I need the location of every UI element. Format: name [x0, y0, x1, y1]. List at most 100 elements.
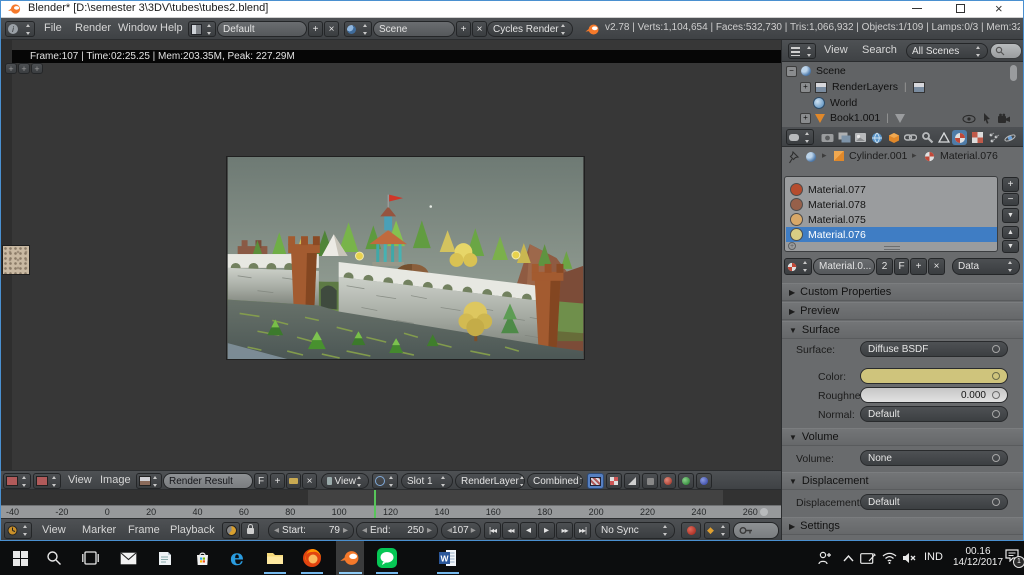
image-menu-view[interactable]: View	[68, 470, 92, 491]
slot-move-up-button[interactable]	[1002, 226, 1019, 239]
word-app-button[interactable]: W	[434, 544, 462, 572]
jump-to-end-button[interactable]	[574, 522, 591, 539]
slot-add-button[interactable]	[1002, 177, 1019, 192]
sync-mode-select[interactable]: No Sync	[595, 522, 675, 539]
tab-particles[interactable]	[986, 130, 1001, 145]
menu-file[interactable]: File	[44, 18, 62, 39]
editor-type-image-button[interactable]	[3, 473, 31, 489]
ink-workspace-icon[interactable]	[860, 553, 876, 564]
collapse-icon[interactable]: −	[786, 66, 797, 77]
frame-start-field[interactable]: Start: 79	[268, 522, 354, 539]
scene-icon-button[interactable]	[344, 21, 372, 37]
tab-material[interactable]	[952, 130, 967, 145]
mail-app-button[interactable]	[114, 544, 142, 572]
surface-shader-select[interactable]: Diffuse BSDF	[860, 341, 1008, 357]
editor-type-properties-button[interactable]	[786, 129, 814, 145]
breadcrumb-object[interactable]: Cylinder.001	[849, 150, 907, 162]
volume-select[interactable]: None	[860, 450, 1008, 466]
material-fake-user-button[interactable]: F	[894, 258, 909, 275]
outliner-item-world[interactable]: World	[813, 97, 857, 109]
decrement-arrow-icon[interactable]	[362, 525, 367, 536]
tray-expand-chevron-icon[interactable]	[843, 555, 854, 562]
menu-render[interactable]: Render	[75, 18, 111, 39]
jump-next-keyframe-button[interactable]	[556, 522, 573, 539]
layout-delete-button[interactable]	[324, 21, 339, 37]
panel-surface[interactable]: ▼ Surface	[782, 321, 1024, 339]
outliner-item-scene[interactable]: − Scene	[786, 65, 846, 77]
panel-displacement[interactable]: ▼ Displacement	[782, 472, 1024, 490]
jump-prev-keyframe-button[interactable]	[502, 522, 519, 539]
record-button[interactable]	[681, 522, 701, 539]
window-titlebar[interactable]: Blender* [D:\semester 3\3DV\tubes\tubes2…	[0, 0, 1024, 18]
play-button[interactable]	[538, 522, 555, 539]
slot-specials-button[interactable]	[1002, 208, 1019, 223]
node-socket-dot[interactable]	[992, 372, 1000, 380]
image-menu-image[interactable]: Image	[100, 470, 131, 491]
roughness-slider[interactable]: 0.000	[860, 387, 1008, 403]
normal-select[interactable]: Default	[860, 406, 1008, 422]
outliner-item-book[interactable]: + Book1.001 |	[800, 112, 905, 124]
tab-world[interactable]	[869, 130, 884, 145]
render-slot-select[interactable]: Slot 1	[401, 473, 453, 489]
breadcrumb-material[interactable]: Material.076	[940, 150, 998, 162]
outliner-scrollbar[interactable]	[1010, 65, 1017, 81]
channel-b-toggle[interactable]	[696, 473, 712, 489]
material-row-077[interactable]: Material.077	[786, 182, 998, 197]
material-browse-button[interactable]	[784, 258, 812, 275]
visibility-eye-icon[interactable]	[962, 114, 976, 124]
material-row-078[interactable]: Material.078	[786, 197, 998, 212]
menu-help[interactable]: Help	[160, 18, 183, 39]
z-buffer-toggle[interactable]	[642, 473, 658, 489]
taskbar-search-button[interactable]	[40, 544, 68, 572]
close-button[interactable]: ×	[995, 0, 1003, 17]
pin-icon[interactable]	[789, 151, 800, 164]
minimize-button[interactable]	[912, 8, 922, 9]
editor-type-outliner-button[interactable]	[788, 43, 816, 59]
task-view-button[interactable]	[76, 544, 104, 572]
image-unlink-button[interactable]	[302, 473, 317, 489]
scene-delete-button[interactable]	[472, 21, 487, 37]
renderability-camera-icon[interactable]	[997, 113, 1011, 124]
expand-icon[interactable]: +	[800, 113, 811, 124]
panel-volume[interactable]: ▼ Volume	[782, 428, 1024, 446]
current-frame-field[interactable]: 107	[441, 522, 481, 539]
file-explorer-button[interactable]	[261, 544, 289, 572]
channel-g-toggle[interactable]	[678, 473, 694, 489]
timeline-menu-view[interactable]: View	[42, 520, 66, 541]
node-socket-dot[interactable]	[992, 391, 1000, 399]
notes-app-button[interactable]	[151, 544, 179, 572]
material-unlink-button[interactable]	[928, 258, 945, 275]
image-open-button[interactable]	[286, 473, 301, 489]
tab-scene[interactable]	[853, 130, 868, 145]
image-datablock-field[interactable]: Render Result	[163, 473, 253, 489]
increment-arrow-icon[interactable]	[343, 525, 348, 536]
material-source-select[interactable]: Data	[952, 258, 1020, 275]
editor-type-timeline-button[interactable]	[4, 522, 32, 539]
region-expand-button-2[interactable]	[18, 63, 30, 74]
panel-settings[interactable]: ▶ Settings	[782, 517, 1024, 535]
selectability-cursor-icon[interactable]	[982, 112, 992, 125]
material-new-button[interactable]	[910, 258, 927, 275]
pivot-select[interactable]	[372, 473, 398, 489]
screen-layout-icon-button[interactable]	[188, 21, 216, 37]
render-layer-select[interactable]: RenderLayer	[455, 473, 525, 489]
jump-to-start-button[interactable]	[484, 522, 501, 539]
material-row-075[interactable]: Material.075	[786, 212, 998, 227]
line-app-button[interactable]	[373, 544, 401, 572]
screen-layout-field[interactable]: Default	[217, 21, 307, 37]
alpha-toggle[interactable]	[606, 473, 622, 489]
panel-custom-properties[interactable]: ▶ Custom Properties	[782, 283, 1024, 301]
list-resize-grip[interactable]	[884, 246, 900, 250]
slot-remove-button[interactable]: −	[1002, 193, 1019, 206]
ruler-scroll-knob[interactable]	[760, 508, 768, 516]
displacement-select[interactable]: Default	[860, 494, 1008, 510]
blender-app-button[interactable]	[336, 544, 364, 572]
material-name-field[interactable]: Material.0...	[813, 258, 875, 275]
panel-preview[interactable]: ▶ Preview	[782, 302, 1024, 320]
scene-add-button[interactable]	[456, 21, 471, 37]
texture-preview-thumbnail[interactable]	[2, 245, 30, 275]
region-expand-button-1[interactable]	[5, 63, 17, 74]
render-pass-select[interactable]: Combined	[527, 473, 583, 489]
timeline-menu-playback[interactable]: Playback	[170, 520, 215, 541]
channel-r-toggle[interactable]	[660, 473, 676, 489]
